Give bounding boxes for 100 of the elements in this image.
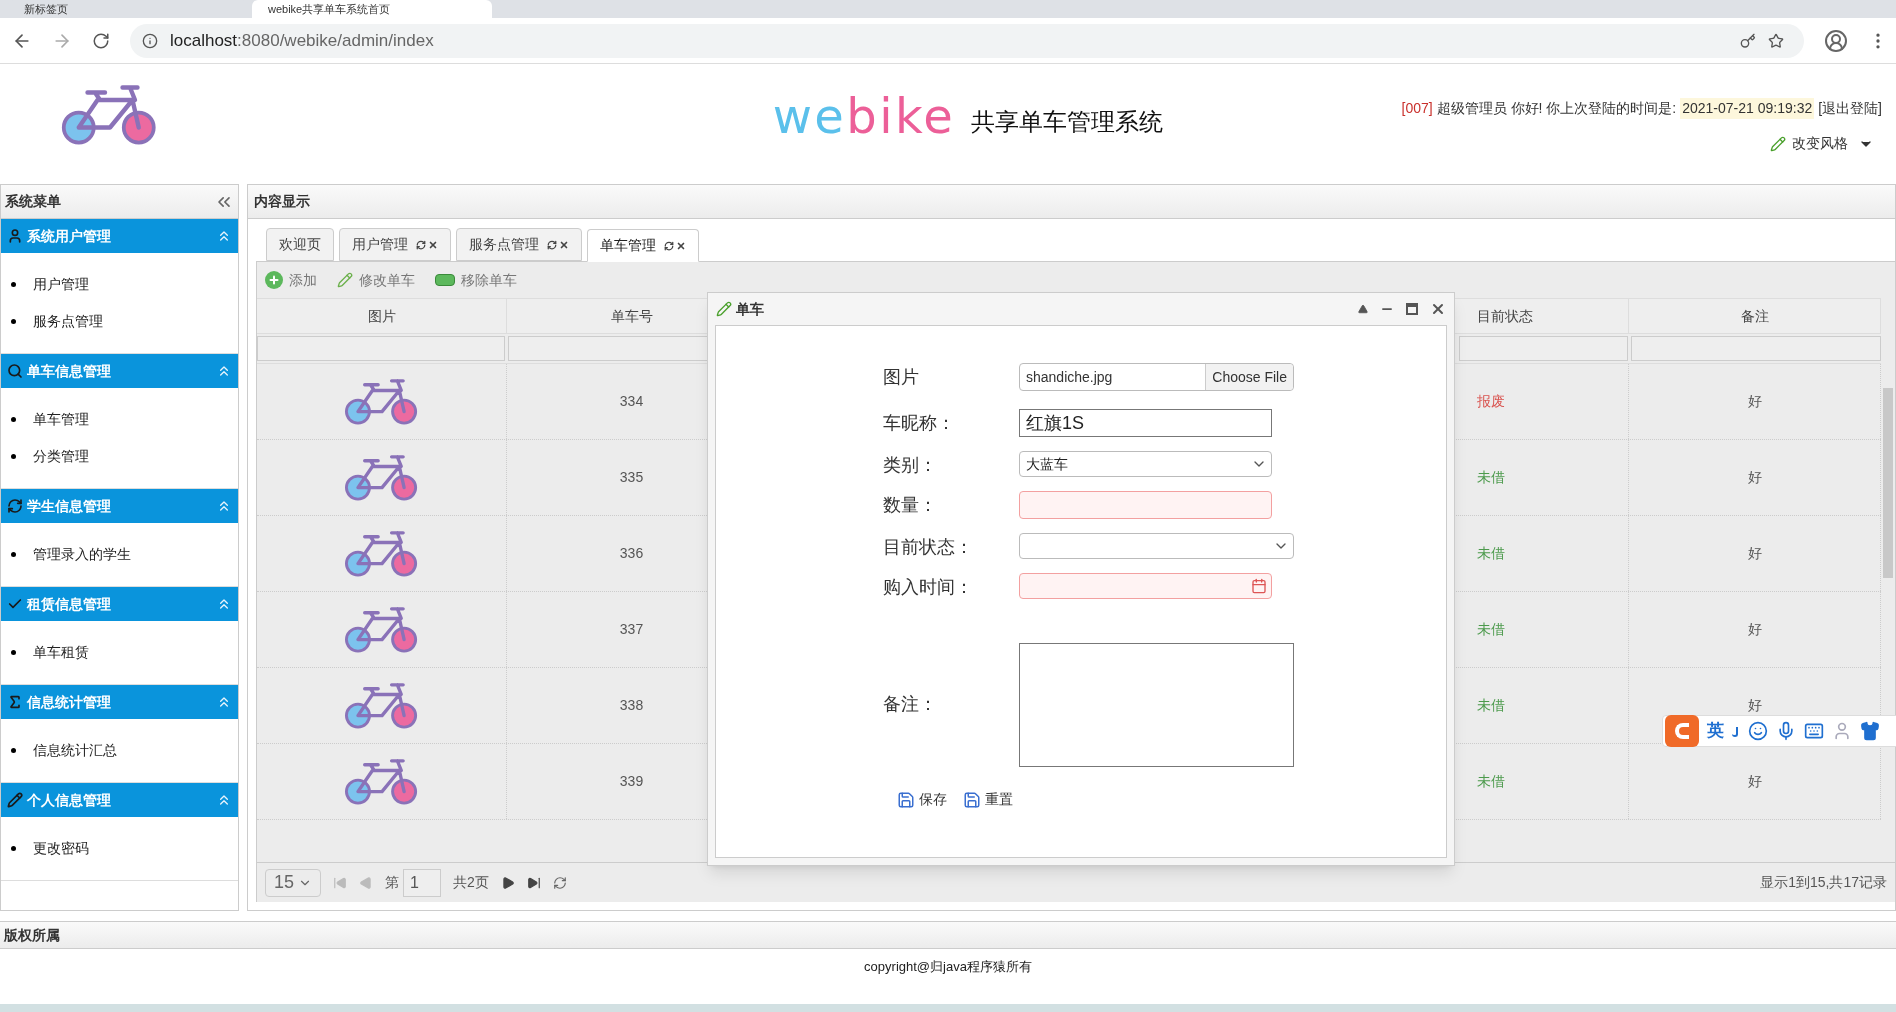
field-label: 目前状态： bbox=[883, 536, 974, 559]
status-text: 未借 bbox=[1477, 696, 1505, 715]
menu-item[interactable]: 分类管理 bbox=[33, 446, 89, 467]
column-header[interactable]: 目前状态 bbox=[1457, 299, 1629, 333]
status-text: 未借 bbox=[1477, 544, 1505, 563]
text-input[interactable]: 红旗1S bbox=[1019, 409, 1272, 437]
smile-icon[interactable] bbox=[1748, 721, 1768, 741]
maximize-icon[interactable] bbox=[1406, 303, 1418, 315]
date-input[interactable] bbox=[1019, 573, 1272, 599]
select-field[interactable] bbox=[1019, 533, 1294, 559]
page-size-select[interactable]: 15 bbox=[265, 868, 321, 897]
tab[interactable]: 用户管理 bbox=[339, 228, 451, 261]
refresh-icon bbox=[7, 498, 23, 514]
pencil-icon bbox=[7, 792, 23, 808]
calendar-icon bbox=[1251, 578, 1267, 594]
filter-field[interactable] bbox=[257, 336, 505, 361]
filter-field[interactable] bbox=[1459, 336, 1628, 361]
status-text: 未借 bbox=[1477, 772, 1505, 791]
address-bar[interactable]: localhost:8080/webike/admin/index bbox=[130, 23, 1804, 58]
status-text: 未借 bbox=[1477, 620, 1505, 639]
refresh-icon[interactable] bbox=[552, 875, 567, 890]
menu-item[interactable]: 服务点管理 bbox=[33, 311, 103, 332]
tab[interactable]: 欢迎页 bbox=[266, 228, 334, 261]
form-button[interactable]: 保存 bbox=[897, 789, 947, 810]
page-label: 第 bbox=[385, 873, 399, 892]
profile-icon[interactable] bbox=[1824, 28, 1848, 53]
field-label: 图片 bbox=[883, 366, 920, 389]
key-icon[interactable] bbox=[1740, 32, 1756, 49]
field-label: 类别： bbox=[883, 454, 938, 477]
close-icon[interactable] bbox=[428, 239, 438, 250]
status-text: 未借 bbox=[1477, 468, 1505, 487]
panel-title: 内容显示 bbox=[254, 192, 310, 211]
field-label: 数量： bbox=[883, 494, 938, 517]
column-header[interactable]: 图片 bbox=[257, 299, 507, 333]
collapse-icon[interactable] bbox=[1358, 304, 1368, 314]
remark-textarea[interactable] bbox=[1019, 643, 1294, 767]
choose-file-button[interactable]: Choose File bbox=[1205, 364, 1293, 390]
close-icon[interactable] bbox=[676, 240, 686, 251]
file-name: shandiche.jpg bbox=[1025, 367, 1114, 387]
plus-icon bbox=[265, 271, 283, 289]
next-page-icon[interactable] bbox=[500, 875, 515, 890]
menu-item[interactable]: 单车管理 bbox=[33, 409, 89, 430]
table-cell: 好 bbox=[1629, 440, 1881, 515]
table-cell: 好 bbox=[1629, 516, 1881, 591]
tab[interactable]: 单车管理 bbox=[587, 229, 699, 262]
keyboard-icon[interactable] bbox=[1804, 721, 1824, 741]
change-theme-button[interactable]: 改变风格 bbox=[1770, 133, 1874, 154]
menu-item[interactable]: 更改密码 bbox=[33, 838, 89, 859]
column-header[interactable]: 备注 bbox=[1629, 299, 1881, 333]
menu-item[interactable]: 单车租赁 bbox=[33, 642, 89, 663]
table-cell: 好 bbox=[1629, 592, 1881, 667]
last-page-icon[interactable] bbox=[526, 875, 541, 890]
microphone-icon[interactable] bbox=[1776, 721, 1796, 741]
select-field[interactable]: 大蓝车 bbox=[1019, 451, 1272, 477]
logout-link[interactable]: [退出登陆] bbox=[1818, 98, 1882, 119]
footer-title: 版权所属 bbox=[4, 925, 60, 945]
system-title: 共享单车管理系统 bbox=[971, 107, 1164, 137]
language-toggle[interactable]: 英 bbox=[1707, 718, 1724, 744]
filter-field[interactable] bbox=[1631, 336, 1881, 361]
user-icon bbox=[7, 228, 23, 244]
user-id: [007] bbox=[1401, 99, 1433, 118]
tab[interactable]: 服务点管理 bbox=[456, 228, 582, 261]
record-summary: 显示1到15,共17记录 bbox=[1760, 873, 1887, 892]
field-label: 购入时间： bbox=[883, 576, 974, 599]
toolbar-button[interactable]: 修改单车 bbox=[337, 269, 415, 291]
field-label: 备注： bbox=[883, 692, 938, 716]
copyright-text: copyright@归java程序猿所有 bbox=[864, 958, 1032, 976]
info-icon[interactable] bbox=[142, 32, 158, 49]
menu-item[interactable]: 信息统计汇总 bbox=[33, 740, 117, 761]
status-text: 报废 bbox=[1477, 392, 1505, 411]
page-input[interactable]: 1 bbox=[403, 868, 441, 897]
greeting-text: 超级管理员 你好! 你上次登陆的时间是: bbox=[1436, 99, 1677, 118]
file-input[interactable]: shandiche.jpg Choose File bbox=[1019, 363, 1294, 391]
field-label: 车昵称： bbox=[883, 412, 956, 435]
refresh-icon[interactable] bbox=[416, 239, 426, 250]
menu-item[interactable]: 管理录入的学生 bbox=[33, 544, 131, 565]
pencil-icon bbox=[716, 301, 732, 317]
table-cell: 好 bbox=[1629, 364, 1881, 439]
pencil-icon bbox=[337, 272, 353, 288]
logo-text: webike bbox=[772, 88, 956, 144]
last-login-time: 2021-07-21 09:19:32 bbox=[1680, 98, 1815, 119]
shirt-icon[interactable] bbox=[1860, 721, 1880, 741]
star-icon[interactable] bbox=[1768, 32, 1784, 49]
ime-logo-icon[interactable] bbox=[1665, 715, 1699, 747]
toolbar-button[interactable]: 添加 bbox=[265, 269, 317, 291]
sigma-icon bbox=[7, 694, 23, 710]
pencil-icon bbox=[1770, 135, 1786, 152]
menu-item[interactable]: 用户管理 bbox=[33, 274, 89, 295]
close-icon[interactable] bbox=[559, 239, 569, 250]
refresh-icon[interactable] bbox=[664, 240, 674, 251]
reload-icon[interactable] bbox=[92, 31, 110, 50]
close-icon[interactable] bbox=[1430, 301, 1446, 317]
toolbar-button[interactable]: 移除单车 bbox=[435, 269, 517, 291]
text-input[interactable] bbox=[1019, 491, 1272, 519]
refresh-icon[interactable] bbox=[547, 239, 557, 250]
browser-tab[interactable]: webike共享单车系统首页 bbox=[252, 0, 492, 18]
total-pages: 共2页 bbox=[453, 873, 489, 892]
search-icon bbox=[7, 363, 23, 379]
form-button[interactable]: 重置 bbox=[963, 789, 1013, 810]
minus-icon bbox=[435, 274, 455, 286]
